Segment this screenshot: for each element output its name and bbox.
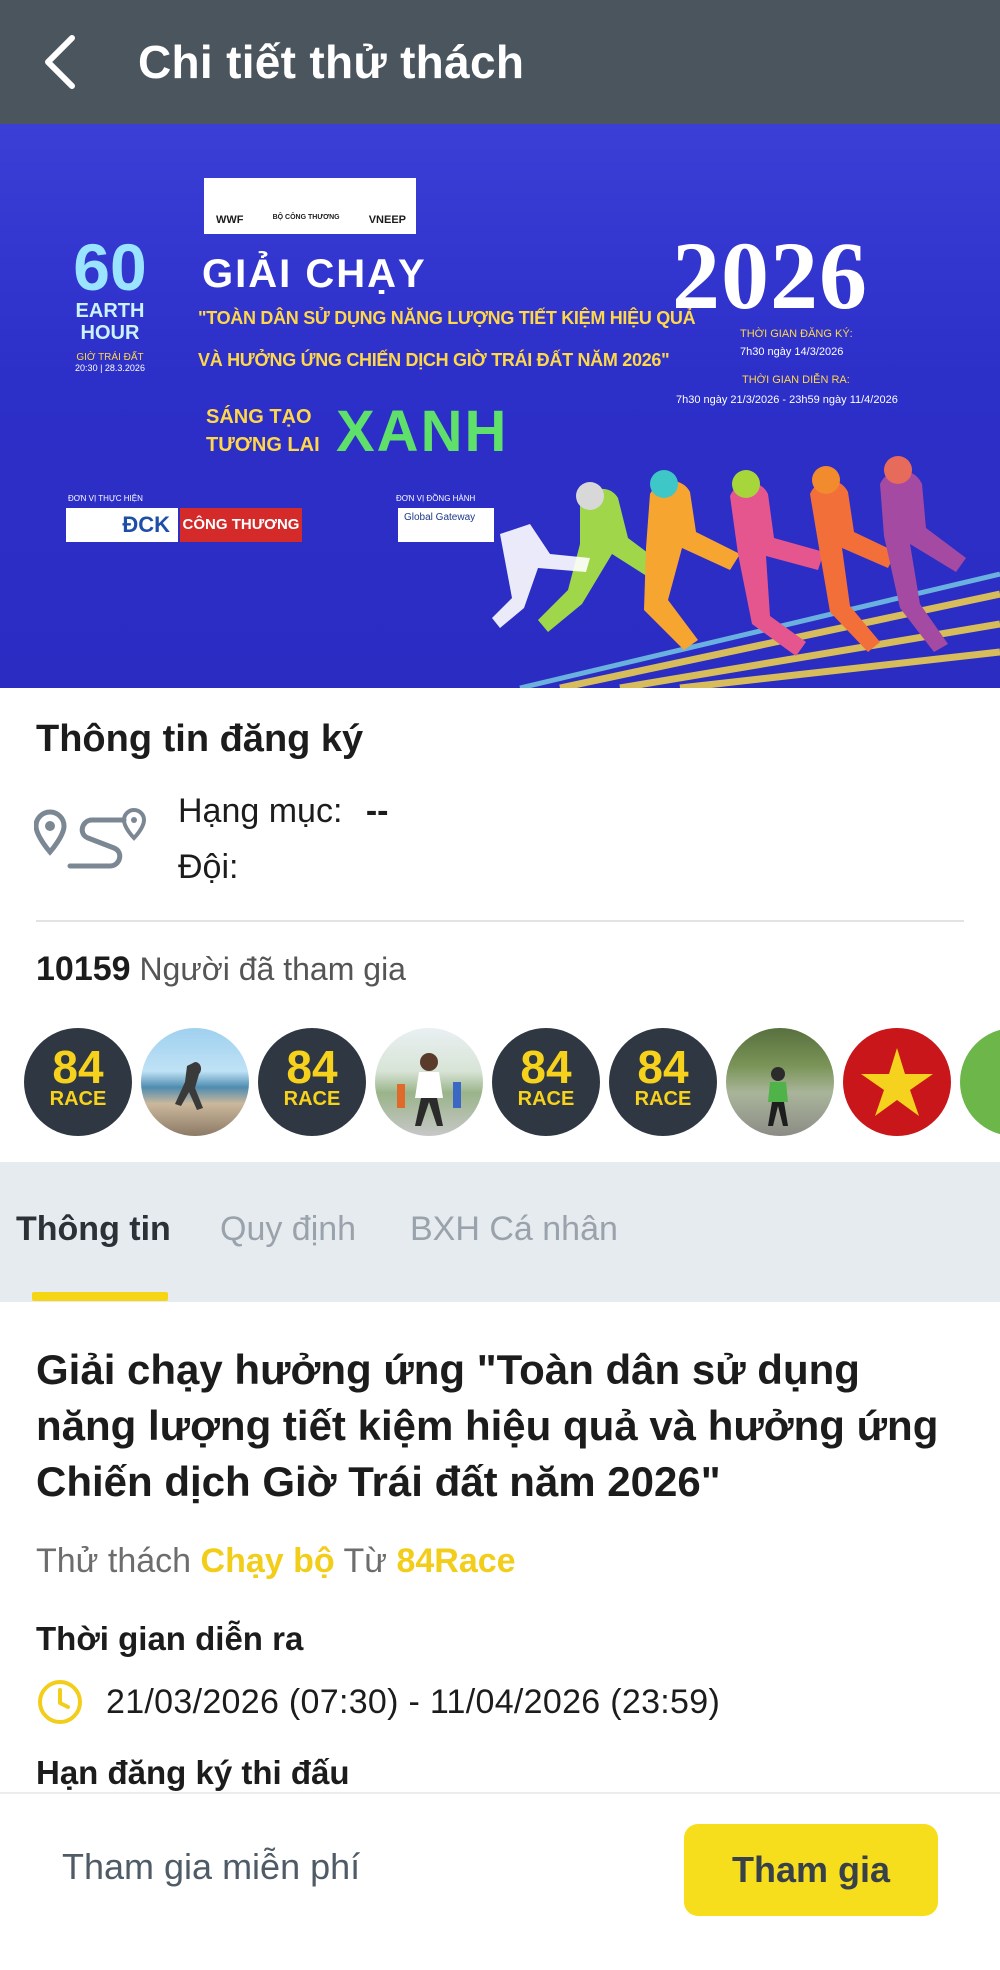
organizer-label: ĐƠN VỊ THỰC HIỆN bbox=[68, 494, 143, 503]
earth-hour-date: 20:30 | 28.3.2026 bbox=[75, 363, 145, 373]
runners-illustration bbox=[492, 456, 966, 656]
category-label: Hạng mục: bbox=[178, 792, 343, 830]
route-pin-icon bbox=[34, 808, 147, 869]
avatar-race-text: RACE bbox=[517, 1088, 575, 1110]
banner-slogan-line2: VÀ HƯỞNG ỨNG CHIẾN DỊCH GIỜ TRÁI ĐẤT NĂM… bbox=[198, 350, 670, 370]
avatar-84-text: 84 bbox=[52, 1041, 104, 1093]
registration-title: Thông tin đăng ký bbox=[36, 718, 364, 760]
tab-rules[interactable]: Quy định bbox=[220, 1210, 356, 1249]
companion-logo: Global Gateway bbox=[398, 508, 494, 542]
avatar-84-text: 84 bbox=[286, 1041, 338, 1093]
organizer-logo-dck: ĐCK bbox=[66, 508, 178, 542]
banner-year: 2026 bbox=[672, 222, 868, 329]
avatar-photo-race[interactable] bbox=[375, 1028, 483, 1136]
category-value: -- bbox=[365, 792, 389, 830]
banner-reg-value: 7h30 ngày 14/3/2026 bbox=[740, 346, 844, 358]
chevron-left-icon bbox=[45, 35, 75, 89]
page-title: Chi tiết thử thách bbox=[138, 36, 525, 88]
type-prefix: Thử thách bbox=[36, 1542, 192, 1580]
from-prefix: Từ bbox=[343, 1542, 388, 1580]
banner-heading: GIẢI CHẠY bbox=[202, 252, 427, 296]
avatar-photo-beach[interactable] bbox=[141, 1028, 249, 1136]
banner-slogan-line1: "TOÀN DÂN SỬ DỤNG NĂNG LƯỢNG TIẾT KIỆM H… bbox=[198, 308, 696, 328]
participants-label: Người đã tham gia bbox=[139, 951, 406, 987]
avatar-84race[interactable]: 84 RACE bbox=[492, 1028, 600, 1136]
banner-tagline-big: XANH bbox=[336, 399, 509, 464]
vneep-logo: VNEEP bbox=[368, 214, 406, 226]
avatar-flag[interactable] bbox=[843, 1028, 951, 1136]
earth-hour-vn-label: GIỜ TRÁI ĐẤT bbox=[76, 352, 144, 363]
companion-label: ĐƠN VỊ ĐỒNG HÀNH bbox=[396, 494, 476, 503]
runner-silhouette-icon bbox=[397, 1053, 461, 1126]
free-entry-label: Tham gia miễn phí bbox=[62, 1846, 361, 1887]
team-label: Đội: bbox=[178, 848, 239, 886]
participant-avatars[interactable]: 84 RACE 84 RACE 84 RACE 84 RACE bbox=[24, 1028, 1000, 1138]
avatar-84race[interactable]: 84 RACE bbox=[258, 1028, 366, 1136]
participants-count-row: 10159 Người đã tham gia bbox=[36, 950, 406, 989]
banner-tagline-small2: TƯƠNG LAI bbox=[206, 434, 320, 456]
runner-silhouette-icon bbox=[175, 1062, 203, 1110]
banner-reg-label: THỜI GIAN ĐĂNG KÝ: bbox=[740, 328, 853, 340]
avatar-race-text: RACE bbox=[49, 1088, 107, 1110]
active-tab-indicator bbox=[32, 1292, 168, 1301]
star-icon bbox=[861, 1048, 933, 1116]
avatar-84race[interactable]: 84 RACE bbox=[609, 1028, 717, 1136]
organizer-link[interactable]: 84Race bbox=[396, 1542, 515, 1580]
tab-leaderboard[interactable]: BXH Cá nhân bbox=[410, 1210, 618, 1249]
earth-hour-line1: EARTH bbox=[75, 300, 145, 322]
clock-icon bbox=[38, 1680, 82, 1724]
event-details: Giải chạy hưởng ứng "Toàn dân sử dụng nă… bbox=[0, 1302, 1000, 1792]
avatar-partial[interactable] bbox=[960, 1028, 1000, 1136]
join-button[interactable]: Tham gia bbox=[684, 1824, 938, 1916]
avatar-race-text: RACE bbox=[283, 1088, 341, 1110]
ministry-logo: BỘ CÔNG THƯƠNG bbox=[272, 214, 340, 221]
bottom-action-bar: Tham gia miễn phí Tham gia bbox=[0, 1792, 1000, 1970]
avatar-84-text: 84 bbox=[637, 1041, 689, 1093]
time-heading: Thời gian diễn ra bbox=[36, 1620, 304, 1657]
earth-hour-logo: 60 EARTH HOUR GIỜ TRÁI ĐẤT 20:30 | 28.3.… bbox=[64, 234, 156, 373]
back-button[interactable] bbox=[0, 0, 120, 124]
organizer-logo-congthuong: CÔNG THƯƠNG bbox=[180, 508, 302, 542]
time-row: 21/03/2026 (07:30) - 11/04/2026 (23:59) bbox=[36, 1678, 720, 1726]
deadline-heading: Hạn đăng ký thi đấu bbox=[36, 1754, 350, 1791]
banner-run-value: 7h30 ngày 21/3/2026 - 23h59 ngày 11/4/20… bbox=[676, 394, 898, 406]
wwf-logo: WWF bbox=[216, 214, 244, 226]
time-value: 21/03/2026 (07:30) - 11/04/2026 (23:59) bbox=[106, 1682, 721, 1721]
category-row: Hạng mục: -- bbox=[178, 792, 389, 831]
event-banner: WWF BỘ CÔNG THƯƠNG VNEEP 60 EARTH HOUR G… bbox=[0, 124, 1000, 688]
section-divider bbox=[36, 920, 964, 922]
avatar-race-text: RACE bbox=[634, 1088, 692, 1110]
tab-bar: Thông tin Quy định BXH Cá nhân bbox=[0, 1162, 1000, 1302]
earth-hour-number: 60 bbox=[73, 230, 147, 304]
avatar-84-text: 84 bbox=[520, 1041, 572, 1093]
runner-silhouette-icon bbox=[768, 1067, 788, 1126]
avatar-photo-park[interactable] bbox=[726, 1028, 834, 1136]
event-meta: Thử thách Chạy bộ Từ 84Race bbox=[36, 1542, 516, 1581]
tab-info[interactable]: Thông tin bbox=[16, 1210, 171, 1249]
participants-count: 10159 bbox=[36, 950, 131, 988]
banner-run-label: THỜI GIAN DIỄN RA: bbox=[742, 374, 850, 386]
earth-hour-line2: HOUR bbox=[80, 322, 140, 344]
type-value-link[interactable]: Chạy bộ bbox=[201, 1542, 335, 1580]
avatar-84race[interactable]: 84 RACE bbox=[24, 1028, 132, 1136]
banner-tagline-small1: SÁNG TẠO bbox=[206, 406, 312, 428]
top-app-bar: Chi tiết thử thách bbox=[0, 0, 1000, 124]
event-title: Giải chạy hưởng ứng "Toàn dân sử dụng nă… bbox=[36, 1346, 939, 1505]
